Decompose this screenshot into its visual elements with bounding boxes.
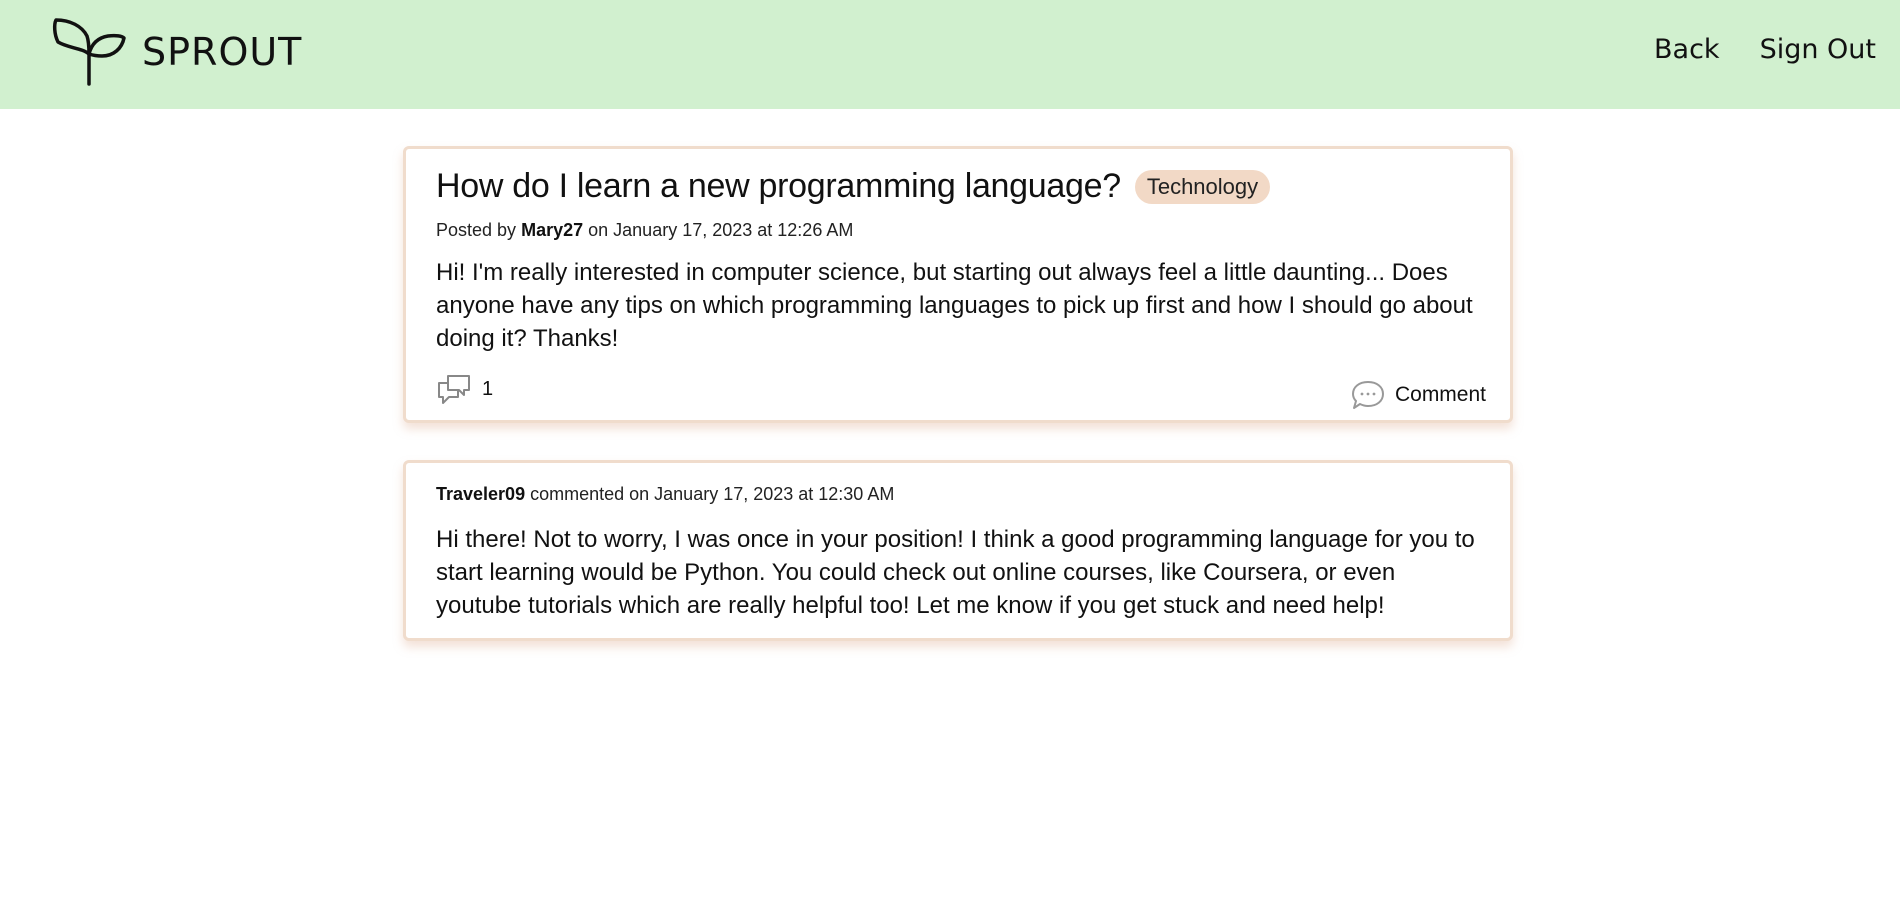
category-tag[interactable]: Technology bbox=[1134, 169, 1271, 204]
comment-count: 1 bbox=[436, 371, 493, 407]
comment-card: Traveler09 commented on January 17, 2023… bbox=[403, 460, 1513, 641]
post-meta-date: on January 17, 2023 at 12:26 AM bbox=[588, 220, 854, 240]
comment-meta-date: commented on January 17, 2023 at 12:30 A… bbox=[530, 484, 895, 504]
sprout-icon bbox=[52, 18, 126, 86]
post-meta-prefix: Posted by bbox=[436, 220, 517, 240]
post-author[interactable]: Mary27 bbox=[521, 220, 583, 240]
chat-bubble-icon bbox=[1351, 381, 1384, 409]
top-navbar: SPROUT Back Sign Out bbox=[0, 0, 1900, 109]
comment-button-label: Comment bbox=[1394, 383, 1486, 406]
back-link[interactable]: Back bbox=[1654, 34, 1720, 65]
post-card: How do I learn a new programming languag… bbox=[403, 146, 1513, 423]
comment-author[interactable]: Traveler09 bbox=[436, 484, 525, 504]
post-meta: Posted by Mary27 on January 17, 2023 at … bbox=[436, 220, 853, 241]
post-body: Hi! I'm really interested in computer sc… bbox=[436, 259, 1473, 352]
speech-bubbles-icon bbox=[438, 375, 470, 404]
post-title-row: How do I learn a new programming languag… bbox=[436, 167, 1271, 206]
brand-logo-link[interactable]: SPROUT bbox=[52, 18, 302, 86]
comment-meta: Traveler09 commented on January 17, 2023… bbox=[436, 484, 894, 505]
comment-body: Hi there! Not to worry, I was once in yo… bbox=[436, 526, 1475, 619]
header-nav: Back Sign Out bbox=[1654, 34, 1876, 65]
comment-button[interactable]: Comment bbox=[1351, 379, 1486, 411]
comment-count-value: 1 bbox=[482, 377, 494, 400]
post-title: How do I learn a new programming languag… bbox=[436, 167, 1121, 205]
sign-out-link[interactable]: Sign Out bbox=[1760, 34, 1876, 65]
brand-name: SPROUT bbox=[142, 30, 303, 74]
